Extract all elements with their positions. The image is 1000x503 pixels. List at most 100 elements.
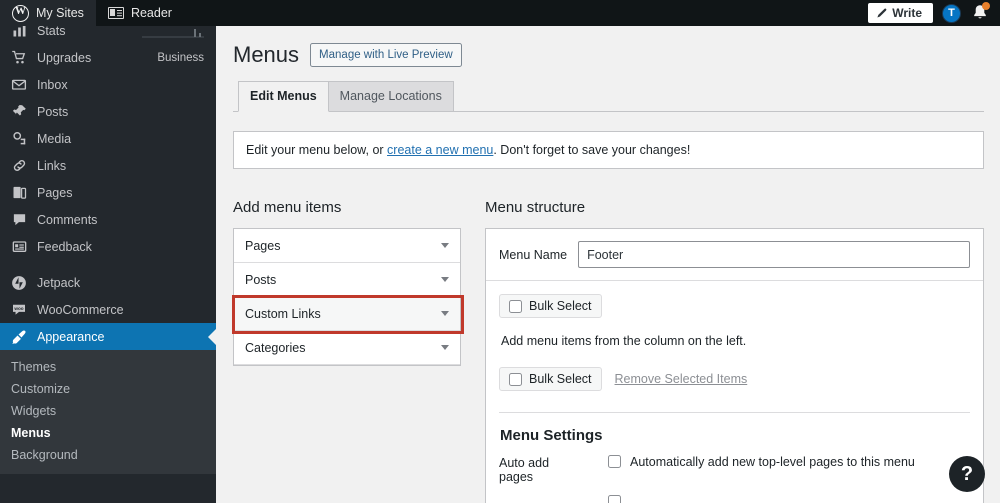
admin-bar-my-sites[interactable]: My Sites: [0, 0, 96, 26]
chart-bars-icon: [9, 26, 29, 41]
accordion-label: Pages: [245, 238, 281, 253]
remove-selected-items-link[interactable]: Remove Selected Items: [615, 372, 748, 386]
svg-text:woo: woo: [13, 306, 23, 311]
sidebar-item-label: Upgrades: [37, 50, 92, 65]
add-menu-items-title: Add menu items: [233, 199, 342, 216]
empty-menu-message: Add menu items from the column on the le…: [501, 334, 747, 348]
sidebar-item-upgrades[interactable]: Upgrades Business: [0, 44, 216, 71]
notice-prefix: Edit your menu below, or: [246, 143, 388, 157]
bulk-select-label-bottom: Bulk Select: [529, 372, 592, 386]
sidebar-subitem-background[interactable]: Background: [0, 444, 216, 466]
bulk-select-label-top: Bulk Select: [529, 299, 592, 313]
accordion-categories[interactable]: Categories: [234, 331, 460, 365]
sidebar-item-label: Stats: [37, 26, 66, 38]
sidebar-item-label: Posts: [37, 104, 69, 119]
chevron-down-icon[interactable]: [441, 311, 449, 316]
jetpack-icon: [9, 273, 29, 293]
display-location-checkbox[interactable]: [608, 495, 621, 503]
accordion-label: Custom Links: [245, 306, 321, 321]
menu-name-label: Menu Name: [499, 247, 568, 262]
write-button[interactable]: Write: [868, 3, 933, 23]
menu-structure-column: Menu structure Menu Name Bulk Select Add…: [485, 199, 984, 503]
feedback-icon: [9, 237, 29, 257]
sidebar-item-jetpack[interactable]: Jetpack: [0, 269, 216, 296]
bulk-select-checkbox-top[interactable]: [509, 299, 522, 313]
sidebar-item-media[interactable]: Media: [0, 125, 216, 152]
admin-sidebar: Stats Upgrades Business Inbox Posts Media Link…: [0, 26, 216, 503]
envelope-icon: [9, 75, 29, 95]
auto-add-pages-label: Auto add pages: [499, 456, 550, 484]
bulk-select-checkbox-bottom[interactable]: [509, 372, 522, 386]
menu-structure-panel: Menu Name Bulk Select Add menu items fro…: [485, 228, 984, 503]
chevron-down-icon[interactable]: [441, 345, 449, 350]
sidebar-item-comments[interactable]: Comments: [0, 206, 216, 233]
notifications-bell-icon[interactable]: [970, 2, 990, 23]
sidebar-item-stats[interactable]: Stats: [0, 26, 216, 44]
notice-suffix: . Don't forget to save your changes!: [493, 143, 691, 157]
pin-icon: [9, 102, 29, 122]
sidebar-item-label: Links: [37, 158, 67, 173]
sidebar-subitem-customize[interactable]: Customize: [0, 378, 216, 400]
tab-manage-locations[interactable]: Manage Locations: [328, 81, 454, 112]
sidebar-item-label: Media: [37, 131, 72, 146]
page-header: Menus Manage with Live Preview: [233, 42, 984, 68]
accordion-label: Categories: [245, 340, 306, 355]
bulk-select-button-bottom[interactable]: Bulk Select: [499, 367, 602, 391]
avatar-initial: T: [948, 7, 955, 19]
display-location-row-partial: [499, 495, 970, 503]
sidebar-item-label: Pages: [37, 185, 73, 200]
sidebar-submenu-appearance: Themes Customize Widgets Menus Background: [0, 350, 216, 474]
auto-add-pages-option-label: Automatically add new top-level pages to…: [630, 455, 915, 469]
sidebar-item-label: WooCommerce: [37, 302, 124, 317]
sidebar-item-posts[interactable]: Posts: [0, 98, 216, 125]
reader-icon: [107, 7, 124, 19]
sidebar-item-links[interactable]: Links: [0, 152, 216, 179]
woocommerce-icon: woo: [9, 300, 29, 320]
auto-add-pages-option[interactable]: Automatically add new top-level pages to…: [608, 455, 915, 469]
display-location-option[interactable]: [608, 495, 621, 503]
pages-icon: [9, 183, 29, 203]
main-content: Menus Manage with Live Preview Edit Menu…: [216, 26, 1000, 503]
link-icon: [9, 156, 29, 176]
sidebar-item-pages[interactable]: Pages: [0, 179, 216, 206]
menu-structure-title: Menu structure: [485, 199, 586, 216]
two-column-layout: Add menu items Pages Posts Custom Links Cat…: [232, 199, 984, 503]
auto-add-pages-row: Auto add pages Automatically add new top…: [499, 455, 970, 495]
menu-structure-body: Bulk Select Add menu items from the colu…: [486, 281, 983, 503]
pencil-icon: [876, 8, 887, 19]
accordion-label: Posts: [245, 272, 277, 287]
sidebar-item-woocommerce[interactable]: woo WooCommerce: [0, 296, 216, 323]
tab-edit-menus[interactable]: Edit Menus: [238, 81, 329, 112]
admin-bar-reader[interactable]: Reader: [96, 0, 184, 26]
tab-bar: Edit Menus Manage Locations: [233, 81, 984, 112]
create-new-menu-link[interactable]: create a new menu: [387, 143, 493, 157]
accordion-custom-links[interactable]: Custom Links: [234, 297, 460, 331]
bulk-actions-row-bottom: Bulk Select Remove Selected Items: [499, 367, 970, 391]
sidebar-subitem-widgets[interactable]: Widgets: [0, 400, 216, 422]
sidebar-subitem-menus[interactable]: Menus: [0, 422, 216, 444]
accordion-posts[interactable]: Posts: [234, 263, 460, 297]
sidebar-item-inbox[interactable]: Inbox: [0, 71, 216, 98]
avatar[interactable]: T: [942, 3, 961, 23]
sidebar-item-label: Feedback: [37, 239, 92, 254]
paintbrush-icon: [9, 327, 29, 347]
sidebar-scroll-container: Stats Upgrades Business Inbox Posts Media Link…: [0, 26, 216, 474]
menu-name-input[interactable]: [578, 241, 970, 268]
accordion-pages[interactable]: Pages: [234, 229, 460, 263]
display-location-label: [499, 495, 585, 496]
sidebar-item-badge: Business: [157, 51, 204, 64]
sidebar-subitem-themes[interactable]: Themes: [0, 356, 216, 378]
sidebar-item-feedback[interactable]: Feedback: [0, 233, 216, 260]
auto-add-pages-checkbox[interactable]: [608, 455, 621, 468]
admin-bar-right-group: Write T: [868, 2, 1000, 23]
sidebar-item-label: Jetpack: [37, 275, 81, 290]
write-label: Write: [892, 6, 922, 20]
notice-banner: Edit your menu below, or create a new me…: [233, 131, 984, 169]
help-button[interactable]: ?: [949, 456, 985, 492]
bulk-select-button-top[interactable]: Bulk Select: [499, 294, 602, 318]
chevron-down-icon[interactable]: [441, 243, 449, 248]
comment-icon: [9, 210, 29, 230]
sidebar-item-appearance[interactable]: Appearance: [0, 323, 216, 350]
chevron-down-icon[interactable]: [441, 277, 449, 282]
manage-with-live-preview-button[interactable]: Manage with Live Preview: [310, 43, 462, 67]
